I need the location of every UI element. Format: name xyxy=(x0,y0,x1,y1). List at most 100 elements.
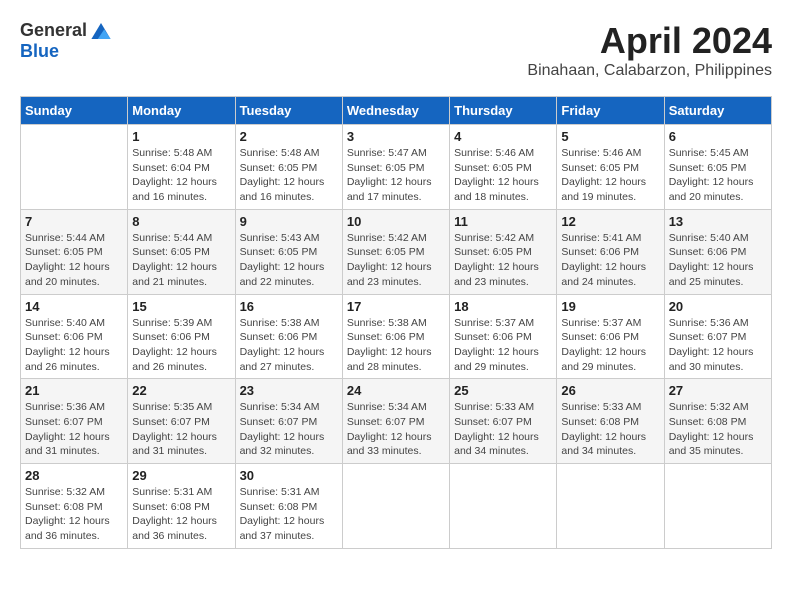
logo: General Blue xyxy=(20,20,111,62)
day-info: Sunrise: 5:33 AM Sunset: 6:07 PM Dayligh… xyxy=(454,400,552,459)
day-info: Sunrise: 5:34 AM Sunset: 6:07 PM Dayligh… xyxy=(347,400,445,459)
calendar-cell: 16 Sunrise: 5:38 AM Sunset: 6:06 PM Dayli… xyxy=(235,294,342,379)
calendar-cell: 14 Sunrise: 5:40 AM Sunset: 6:06 PM Dayli… xyxy=(21,294,128,379)
day-info: Sunrise: 5:48 AM Sunset: 6:05 PM Dayligh… xyxy=(240,146,338,205)
day-info: Sunrise: 5:47 AM Sunset: 6:05 PM Dayligh… xyxy=(347,146,445,205)
calendar-cell xyxy=(450,464,557,549)
day-number: 11 xyxy=(454,214,552,229)
day-info: Sunrise: 5:37 AM Sunset: 6:06 PM Dayligh… xyxy=(561,316,659,375)
day-number: 26 xyxy=(561,383,659,398)
month-title: April 2024 xyxy=(527,20,772,62)
calendar-cell: 26 Sunrise: 5:33 AM Sunset: 6:08 PM Dayli… xyxy=(557,379,664,464)
calendar-cell: 8 Sunrise: 5:44 AM Sunset: 6:05 PM Daylig… xyxy=(128,209,235,294)
day-info: Sunrise: 5:42 AM Sunset: 6:05 PM Dayligh… xyxy=(454,231,552,290)
calendar-cell: 1Sunrise: 5:48 AM Sunset: 6:04 PM Daylig… xyxy=(128,125,235,210)
day-info: Sunrise: 5:36 AM Sunset: 6:07 PM Dayligh… xyxy=(25,400,123,459)
calendar-cell: 9 Sunrise: 5:43 AM Sunset: 6:05 PM Daylig… xyxy=(235,209,342,294)
day-info: Sunrise: 5:38 AM Sunset: 6:06 PM Dayligh… xyxy=(240,316,338,375)
day-number: 17 xyxy=(347,299,445,314)
day-info: Sunrise: 5:34 AM Sunset: 6:07 PM Dayligh… xyxy=(240,400,338,459)
calendar-cell: 29Sunrise: 5:31 AM Sunset: 6:08 PM Dayli… xyxy=(128,464,235,549)
calendar-cell: 27 Sunrise: 5:32 AM Sunset: 6:08 PM Dayli… xyxy=(664,379,771,464)
day-info: Sunrise: 5:41 AM Sunset: 6:06 PM Dayligh… xyxy=(561,231,659,290)
calendar-cell: 18 Sunrise: 5:37 AM Sunset: 6:06 PM Dayli… xyxy=(450,294,557,379)
day-number: 2 xyxy=(240,129,338,144)
day-info: Sunrise: 5:38 AM Sunset: 6:06 PM Dayligh… xyxy=(347,316,445,375)
calendar-cell: 11 Sunrise: 5:42 AM Sunset: 6:05 PM Dayli… xyxy=(450,209,557,294)
calendar-cell: 25 Sunrise: 5:33 AM Sunset: 6:07 PM Dayli… xyxy=(450,379,557,464)
day-number: 25 xyxy=(454,383,552,398)
day-number: 5 xyxy=(561,129,659,144)
page-header: General Blue April 2024 Binahaan, Calaba… xyxy=(20,20,772,80)
calendar-table: SundayMondayTuesdayWednesdayThursdayFrid… xyxy=(20,96,772,549)
day-info: Sunrise: 5:37 AM Sunset: 6:06 PM Dayligh… xyxy=(454,316,552,375)
calendar-cell: 15 Sunrise: 5:39 AM Sunset: 6:06 PM Dayli… xyxy=(128,294,235,379)
day-number: 16 xyxy=(240,299,338,314)
calendar-cell: 22Sunrise: 5:35 AM Sunset: 6:07 PM Dayli… xyxy=(128,379,235,464)
day-number: 13 xyxy=(669,214,767,229)
day-info: Sunrise: 5:32 AM Sunset: 6:08 PM Dayligh… xyxy=(669,400,767,459)
day-info: Sunrise: 5:31 AM Sunset: 6:08 PM Dayligh… xyxy=(132,485,230,544)
calendar-cell: 24 Sunrise: 5:34 AM Sunset: 6:07 PM Dayli… xyxy=(342,379,449,464)
day-number: 12 xyxy=(561,214,659,229)
calendar-cell: 21Sunrise: 5:36 AM Sunset: 6:07 PM Dayli… xyxy=(21,379,128,464)
weekday-header-sunday: Sunday xyxy=(21,97,128,125)
logo-blue-text: Blue xyxy=(20,41,59,62)
calendar-header-row: SundayMondayTuesdayWednesdayThursdayFrid… xyxy=(21,97,772,125)
calendar-week-row: 28Sunrise: 5:32 AM Sunset: 6:08 PM Dayli… xyxy=(21,464,772,549)
day-number: 18 xyxy=(454,299,552,314)
day-info: Sunrise: 5:42 AM Sunset: 6:05 PM Dayligh… xyxy=(347,231,445,290)
day-number: 10 xyxy=(347,214,445,229)
day-number: 15 xyxy=(132,299,230,314)
day-info: Sunrise: 5:36 AM Sunset: 6:07 PM Dayligh… xyxy=(669,316,767,375)
calendar-cell: 13 Sunrise: 5:40 AM Sunset: 6:06 PM Dayli… xyxy=(664,209,771,294)
day-info: Sunrise: 5:39 AM Sunset: 6:06 PM Dayligh… xyxy=(132,316,230,375)
logo-icon xyxy=(91,23,111,39)
calendar-week-row: 21Sunrise: 5:36 AM Sunset: 6:07 PM Dayli… xyxy=(21,379,772,464)
day-info: Sunrise: 5:32 AM Sunset: 6:08 PM Dayligh… xyxy=(25,485,123,544)
title-block: April 2024 Binahaan, Calabarzon, Philipp… xyxy=(527,20,772,80)
calendar-week-row: 1Sunrise: 5:48 AM Sunset: 6:04 PM Daylig… xyxy=(21,125,772,210)
day-info: Sunrise: 5:33 AM Sunset: 6:08 PM Dayligh… xyxy=(561,400,659,459)
day-info: Sunrise: 5:40 AM Sunset: 6:06 PM Dayligh… xyxy=(669,231,767,290)
weekday-header-saturday: Saturday xyxy=(664,97,771,125)
day-info: Sunrise: 5:44 AM Sunset: 6:05 PM Dayligh… xyxy=(25,231,123,290)
day-number: 9 xyxy=(240,214,338,229)
day-number: 22 xyxy=(132,383,230,398)
day-info: Sunrise: 5:45 AM Sunset: 6:05 PM Dayligh… xyxy=(669,146,767,205)
calendar-week-row: 7Sunrise: 5:44 AM Sunset: 6:05 PM Daylig… xyxy=(21,209,772,294)
day-number: 24 xyxy=(347,383,445,398)
location-subtitle: Binahaan, Calabarzon, Philippines xyxy=(527,62,772,80)
calendar-cell: 28Sunrise: 5:32 AM Sunset: 6:08 PM Dayli… xyxy=(21,464,128,549)
logo-general-text: General xyxy=(20,20,87,41)
calendar-cell xyxy=(664,464,771,549)
calendar-cell: 4 Sunrise: 5:46 AM Sunset: 6:05 PM Daylig… xyxy=(450,125,557,210)
calendar-cell: 12 Sunrise: 5:41 AM Sunset: 6:06 PM Dayli… xyxy=(557,209,664,294)
day-info: Sunrise: 5:43 AM Sunset: 6:05 PM Dayligh… xyxy=(240,231,338,290)
weekday-header-thursday: Thursday xyxy=(450,97,557,125)
calendar-cell xyxy=(342,464,449,549)
calendar-cell: 7Sunrise: 5:44 AM Sunset: 6:05 PM Daylig… xyxy=(21,209,128,294)
day-number: 6 xyxy=(669,129,767,144)
day-info: Sunrise: 5:44 AM Sunset: 6:05 PM Dayligh… xyxy=(132,231,230,290)
day-number: 8 xyxy=(132,214,230,229)
calendar-cell: 5Sunrise: 5:46 AM Sunset: 6:05 PM Daylig… xyxy=(557,125,664,210)
weekday-header-monday: Monday xyxy=(128,97,235,125)
calendar-cell xyxy=(557,464,664,549)
calendar-cell: 3Sunrise: 5:47 AM Sunset: 6:05 PM Daylig… xyxy=(342,125,449,210)
day-number: 19 xyxy=(561,299,659,314)
day-number: 20 xyxy=(669,299,767,314)
day-info: Sunrise: 5:40 AM Sunset: 6:06 PM Dayligh… xyxy=(25,316,123,375)
day-info: Sunrise: 5:46 AM Sunset: 6:05 PM Dayligh… xyxy=(454,146,552,205)
day-info: Sunrise: 5:48 AM Sunset: 6:04 PM Dayligh… xyxy=(132,146,230,205)
day-number: 14 xyxy=(25,299,123,314)
day-number: 27 xyxy=(669,383,767,398)
calendar-cell: 10 Sunrise: 5:42 AM Sunset: 6:05 PM Dayli… xyxy=(342,209,449,294)
day-number: 4 xyxy=(454,129,552,144)
calendar-cell xyxy=(21,125,128,210)
calendar-cell: 23 Sunrise: 5:34 AM Sunset: 6:07 PM Dayli… xyxy=(235,379,342,464)
calendar-week-row: 14 Sunrise: 5:40 AM Sunset: 6:06 PM Dayli… xyxy=(21,294,772,379)
calendar-cell: 19 Sunrise: 5:37 AM Sunset: 6:06 PM Dayli… xyxy=(557,294,664,379)
weekday-header-wednesday: Wednesday xyxy=(342,97,449,125)
day-number: 23 xyxy=(240,383,338,398)
